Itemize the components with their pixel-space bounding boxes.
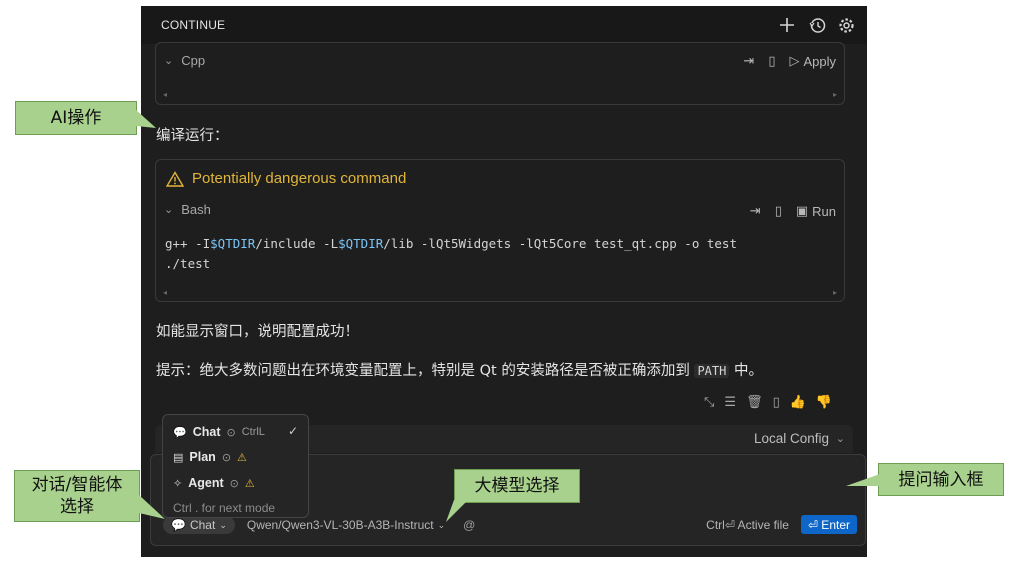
code-language: Bash [181,202,211,217]
active-file-hint[interactable]: Ctrl⏎ Active file [706,518,789,532]
mode-selector[interactable]: 💬 Chat ⌄ [163,516,235,534]
callout-model-select: 大模型选择 [454,469,580,503]
config-label: Local Config [753,431,829,446]
model-selector[interactable]: Qwen/Qwen3-VL-30B-A3B-Instruct ⌄ [247,518,445,532]
code-block-actions: ⇥ ▯ ▷ Apply [743,53,836,69]
info-icon: ⊙ [221,451,232,464]
code-line-2: ./test [165,256,211,271]
code-block-header[interactable]: ⌄ Bash [164,202,211,217]
callout-mode-select: 对话/智能体 选择 [14,470,140,522]
message-actions: ⤡ ☰ 🗑 ▯ 👍 👎 [704,394,832,410]
chat-bubble-icon: 💬 [171,518,186,532]
terminal-icon: ▣ [795,203,809,218]
bash-code-block: Potentially dangerous command ⌄ Bash ⇥ ▯… [155,159,845,302]
message-tip: 提示：绝大多数问题出在环境变量配置上，特别是 Qt 的安装路径是否被正确添加到 … [156,363,763,379]
chat-bubble-icon: 💬 [173,426,187,439]
copy-icon[interactable]: ▯ [773,394,780,410]
danger-warning: Potentially dangerous command [166,170,406,187]
apply-button[interactable]: ▷ Apply [789,53,836,69]
warning-icon: ⚠ [244,477,255,490]
message-compile-run: 编译运行： [156,128,229,144]
chevron-down-icon[interactable]: ⌄ [164,203,173,216]
code-block-actions: ⇥ ▯ ▣ Run [750,203,836,219]
cpp-code-block: ⌄ Cpp ⇥ ▯ ▷ Apply ◂ ▸ [155,42,845,105]
copy-icon[interactable]: ▯ [768,53,775,69]
code-block-header[interactable]: ⌄ Cpp [164,53,205,68]
panel-header: CONTINUE [141,6,867,44]
callout-ai-ops: AI操作 [15,101,137,135]
scroll-right-icon[interactable]: ▸ [833,90,837,99]
message-success: 如能显示窗口，说明配置成功！ [156,324,359,340]
sparkle-icon: ✧ [173,477,183,490]
gear-icon[interactable] [836,15,856,35]
code-language: Cpp [181,53,206,68]
list-icon[interactable]: ☰ [724,394,736,410]
enter-button[interactable]: ⏎ Enter [800,515,857,534]
scroll-right-icon[interactable]: ▸ [833,288,837,297]
code-line-1: g++ -I$QTDIR/include -L$QTDIR/lib -lQt5W… [165,236,737,251]
trash-icon[interactable]: 🗑 [746,394,763,410]
collapse-icon[interactable]: ⤡ [704,394,714,410]
history-icon[interactable] [807,15,827,35]
warning-icon [166,170,184,187]
thumbs-down-icon[interactable]: 👎 [816,394,832,410]
thumbs-up-icon[interactable]: 👍 [790,394,806,410]
callout-arrow [446,500,468,522]
chevron-down-icon[interactable]: ⌄ [836,432,845,445]
play-icon: ▷ [789,53,800,68]
check-icon: ✓ [287,424,298,438]
scroll-left-icon[interactable]: ◂ [163,288,167,297]
info-icon: ⊙ [229,477,239,490]
mode-menu-footer: Ctrl . for next mode [173,501,276,515]
mode-option-agent[interactable]: ✧ Agent ⊙ ⚠ [173,476,255,490]
chevron-down-icon[interactable]: ⌄ [164,54,173,67]
chevron-down-icon: ⌄ [437,519,446,530]
plus-icon[interactable] [777,15,797,35]
callout-arrow [846,474,880,486]
callout-arrow [136,110,156,128]
info-icon: ⊙ [226,426,236,439]
input-toolbar: 💬 Chat ⌄ Qwen/Qwen3-VL-30B-A3B-Instruct … [163,515,857,535]
insert-icon[interactable]: ⇥ [743,53,754,69]
callout-input-box: 提问输入框 [878,463,1004,496]
copy-icon[interactable]: ▯ [775,203,782,219]
mode-option-plan[interactable]: ▤ Plan ⊙ ⚠ [173,450,247,464]
warning-icon: ⚠ [237,451,247,464]
mode-menu: 💬 Chat ⊙ CtrlL ✓ ▤ Plan ⊙ ⚠ ✧ Agent ⊙ ⚠ … [162,414,309,518]
panel-title: CONTINUE [161,18,226,32]
callout-arrow [139,495,165,519]
mode-option-chat[interactable]: 💬 Chat ⊙ CtrlL [173,425,265,439]
input-right-actions: Ctrl⏎ Active file ⏎ Enter [706,515,857,534]
inline-code: PATH [694,364,730,378]
plan-icon: ▤ [173,451,184,464]
insert-icon[interactable]: ⇥ [750,203,761,219]
run-button[interactable]: ▣ Run [796,203,836,219]
scroll-left-icon[interactable]: ◂ [163,90,167,99]
chevron-down-icon: ⌄ [219,519,227,530]
